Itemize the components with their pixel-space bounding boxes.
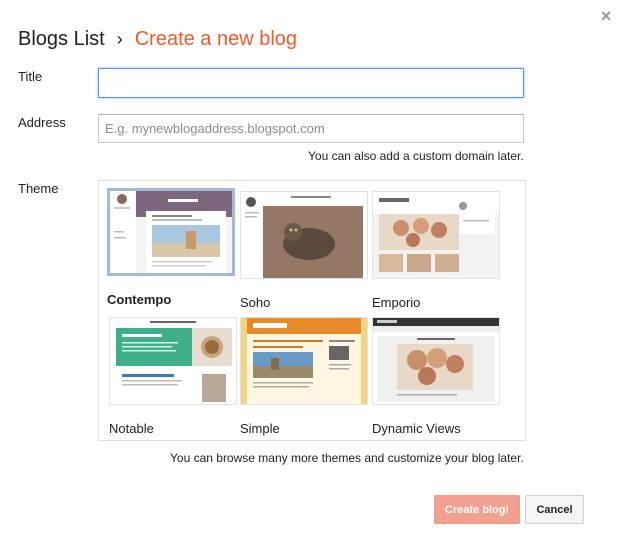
address-hint: You can also add a custom domain later. [308,149,524,163]
theme-name: Contempo [107,292,172,307]
page-title: Create a new blog [134,27,298,50]
cancel-button[interactable]: Cancel [525,495,584,524]
theme-name: Simple [240,421,280,436]
breadcrumb-blogs-list[interactable]: Blogs List [18,28,105,51]
title-input[interactable] [98,68,524,98]
breadcrumb-chevron-icon: › [116,28,123,49]
theme-notable[interactable]: Notable [109,317,237,436]
address-label: Address [18,115,66,130]
breadcrumb: Blogs List › Create a new blog [18,26,297,52]
theme-name: Dynamic Views [372,421,461,436]
theme-contempo[interactable]: Contempo [107,188,235,307]
theme-notable-thumbnail [109,317,237,405]
theme-name: Notable [109,421,154,436]
theme-name: Emporio [372,295,421,310]
theme-simple[interactable]: Simple [240,317,368,436]
theme-dynamic-views[interactable]: Dynamic Views [372,317,500,436]
theme-emporio[interactable]: Emporio [372,191,500,310]
theme-label: Theme [18,181,59,196]
theme-picker: Contempo Soho Emporio Notable Simple Dyn… [98,180,526,441]
create-blog-button[interactable]: Create blog! [434,495,520,524]
theme-hint: You can browse many more themes and cust… [170,451,524,465]
theme-contempo-thumbnail [107,188,235,276]
theme-name: Soho [240,295,271,310]
address-input[interactable] [98,114,524,143]
title-label: Title [18,69,43,84]
theme-dynamic-views-thumbnail [372,317,500,405]
theme-emporio-thumbnail [372,191,500,279]
theme-soho-thumbnail [240,191,368,279]
theme-soho[interactable]: Soho [240,191,368,310]
close-icon[interactable]: × [596,6,616,26]
theme-simple-thumbnail [240,317,368,405]
